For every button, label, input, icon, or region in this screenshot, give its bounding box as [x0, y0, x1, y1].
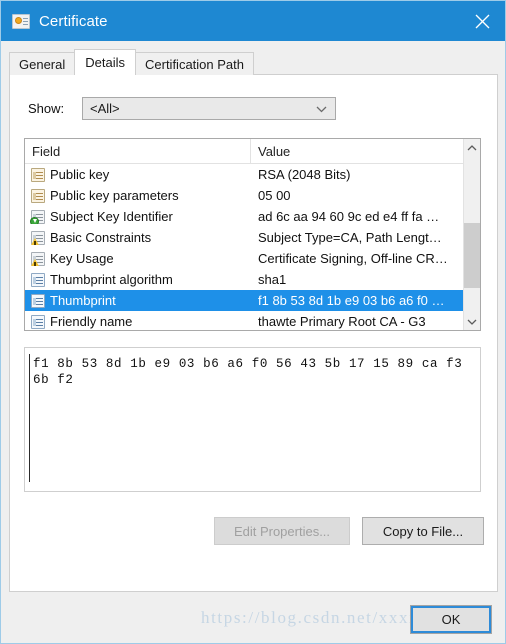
row-value-cell: Subject Type=CA, Path Lengt… [251, 229, 480, 247]
copy-to-file-button[interactable]: Copy to File... [362, 517, 484, 545]
row-field-cell: Thumbprint algorithm [25, 272, 251, 287]
field-tan-icon [31, 167, 45, 182]
text-caret [29, 354, 30, 482]
window-title: Certificate [39, 12, 108, 30]
certificate-field-list[interactable]: Field Value Public key RSA (2048 Bits) P… [24, 138, 481, 331]
field-gray-warning-icon [30, 230, 45, 245]
edit-properties-button[interactable]: Edit Properties... [214, 517, 350, 545]
tab-certification-path[interactable]: Certification Path [135, 52, 254, 75]
row-field-label: Public key [50, 167, 110, 182]
chevron-down-icon[interactable] [464, 313, 480, 330]
table-row[interactable]: Thumbprint algorithm sha1 [25, 269, 480, 290]
table-row[interactable]: Friendly name thawte Primary Root CA - G… [25, 311, 480, 330]
table-row[interactable]: Public key parameters 05 00 [25, 185, 480, 206]
certificate-icon [12, 13, 30, 29]
list-body: Public key RSA (2048 Bits) Public key pa… [25, 164, 480, 330]
row-field-cell: Key Usage [25, 251, 251, 266]
field-value-textbox[interactable]: f1 8b 53 8d 1b e9 03 b6 a6 f0 56 43 5b 1… [24, 347, 481, 492]
field-gray-download-icon [30, 209, 45, 224]
row-field-label: Public key parameters [50, 188, 179, 203]
field-blue-icon [31, 293, 45, 308]
row-value-label: RSA (2048 Bits) [258, 166, 351, 182]
column-header-field[interactable]: Field [25, 139, 251, 163]
field-blue-icon [31, 314, 45, 329]
show-row: Show: <All> [28, 97, 336, 120]
row-value-label: 05 00 [258, 187, 291, 203]
title-bar: Certificate [1, 1, 505, 41]
row-field-label: Thumbprint [50, 293, 116, 308]
tab-general[interactable]: General [9, 52, 76, 75]
table-row-selected[interactable]: Thumbprint f1 8b 53 8d 1b e9 03 b6 a6 f0… [25, 290, 480, 311]
show-select[interactable]: <All> [82, 97, 336, 120]
close-icon[interactable] [459, 1, 505, 41]
table-row[interactable]: Public key RSA (2048 Bits) [25, 164, 480, 185]
edit-properties-label: Edit Properties... [233, 523, 331, 539]
list-scrollbar[interactable] [463, 139, 480, 330]
row-value-label: ad 6c aa 94 60 9c ed e4 ff fa … [258, 208, 440, 224]
tab-details[interactable]: Details [74, 49, 136, 75]
row-field-cell: Subject Key Identifier [25, 209, 251, 224]
details-panel: Show: <All> Field Value Public key RSA (… [9, 74, 498, 592]
row-value-label: f1 8b 53 8d 1b e9 03 b6 a6 f0 … [258, 292, 445, 308]
column-header-value[interactable]: Value [251, 139, 480, 163]
row-field-cell: Basic Constraints [25, 230, 251, 245]
row-value-cell: sha1 [251, 271, 480, 289]
row-value-label: Subject Type=CA, Path Lengt… [258, 229, 442, 245]
row-field-label: Subject Key Identifier [50, 209, 173, 224]
show-select-value: <All> [90, 101, 120, 116]
tab-strip: General Details Certification Path [9, 49, 254, 75]
row-value-cell: ad 6c aa 94 60 9c ed e4 ff fa … [251, 208, 480, 226]
row-value-label: thawte Primary Root CA - G3 [258, 313, 426, 329]
row-field-cell: Friendly name [25, 314, 251, 329]
field-tan-icon [31, 188, 45, 203]
row-value-label: Certificate Signing, Off-line CR… [258, 250, 448, 266]
row-value-cell: thawte Primary Root CA - G3 [251, 313, 480, 331]
field-blue-icon [31, 272, 45, 287]
table-row[interactable]: Key Usage Certificate Signing, Off-line … [25, 248, 480, 269]
row-field-label: Thumbprint algorithm [50, 272, 173, 287]
ok-button[interactable]: OK [410, 605, 492, 634]
row-field-label: Basic Constraints [50, 230, 152, 245]
table-row[interactable]: Subject Key Identifier ad 6c aa 94 60 9c… [25, 206, 480, 227]
row-field-cell: Thumbprint [25, 293, 251, 308]
show-label: Show: [28, 101, 65, 116]
row-value-cell: f1 8b 53 8d 1b e9 03 b6 a6 f0 … [251, 292, 480, 310]
table-row[interactable]: Basic Constraints Subject Type=CA, Path … [25, 227, 480, 248]
row-value-cell: Certificate Signing, Off-line CR… [251, 250, 480, 268]
tab-details-label: Details [85, 55, 125, 70]
row-value-label: sha1 [258, 271, 287, 287]
field-gray-warning-icon [30, 251, 45, 266]
row-field-label: Friendly name [50, 314, 133, 329]
row-value-cell: 05 00 [251, 187, 480, 205]
row-field-label: Key Usage [50, 251, 114, 266]
list-header: Field Value [25, 139, 480, 164]
row-field-cell: Public key [25, 167, 251, 182]
copy-to-file-label: Copy to File... [382, 523, 464, 539]
field-value-text: f1 8b 53 8d 1b e9 03 b6 a6 f0 56 43 5b 1… [33, 357, 471, 387]
chevron-down-icon [316, 100, 327, 118]
ok-label: OK [441, 612, 461, 627]
tab-certification-path-label: Certification Path [145, 56, 244, 72]
chevron-up-icon[interactable] [464, 139, 480, 156]
row-field-cell: Public key parameters [25, 188, 251, 203]
tab-general-label: General [19, 56, 66, 72]
row-value-cell: RSA (2048 Bits) [251, 166, 480, 184]
scrollbar-thumb[interactable] [464, 223, 480, 288]
certificate-dialog: Certificate General Details Certificatio… [0, 0, 506, 644]
